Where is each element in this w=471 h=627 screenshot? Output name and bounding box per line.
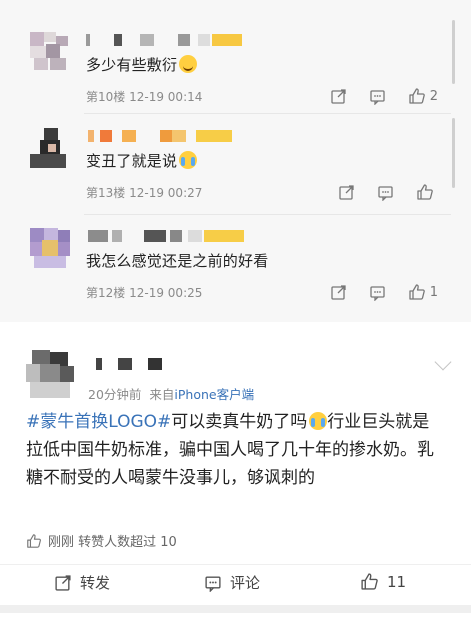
avatar[interactable] bbox=[26, 350, 74, 398]
like-count: 1 bbox=[429, 284, 438, 300]
comment-button[interactable]: 评论 bbox=[204, 572, 260, 593]
comment-actions: 2 bbox=[330, 86, 438, 106]
comment-item[interactable]: 多少有些敷衍 第10楼 12-19 00:14 2 bbox=[22, 20, 452, 112]
share-icon[interactable] bbox=[330, 88, 347, 105]
like-icon bbox=[27, 533, 41, 548]
post-action-bar: 转发 评论 11 bbox=[0, 572, 471, 598]
scrollbar[interactable] bbox=[452, 20, 455, 84]
source-link[interactable]: iPhone客户端 bbox=[174, 387, 254, 402]
source-prefix: 来自 bbox=[149, 387, 175, 402]
floor-number: 第13楼 bbox=[86, 186, 126, 200]
like-count: 2 bbox=[429, 88, 438, 104]
divider bbox=[0, 564, 471, 565]
divider bbox=[84, 214, 451, 215]
post-body: #蒙牛首换LOGO#可以卖真牛奶了吗 行业巨头就是拉低中国牛奶标准，骗中国人喝了几… bbox=[26, 408, 446, 492]
like-icon bbox=[361, 573, 378, 590]
post-text: 可以卖真牛奶了吗 bbox=[171, 412, 308, 432]
comment-text-content: 变丑了就是说 bbox=[86, 152, 178, 170]
post-time: 20分钟前 来自iPhone客户端 bbox=[88, 384, 254, 403]
engagement-summary: 刚刚 转赞人数超过 10 bbox=[26, 531, 177, 550]
comment-date: 12-19 00:27 bbox=[129, 186, 203, 200]
scrollbar[interactable] bbox=[452, 118, 455, 188]
chevron-down-icon[interactable] bbox=[434, 353, 452, 371]
comment-icon bbox=[205, 575, 221, 592]
avatar[interactable] bbox=[30, 228, 70, 268]
comment-item[interactable]: 我怎么感觉还是之前的好看 第12楼 12-19 00:25 1 bbox=[22, 218, 452, 314]
comment-date: 12-19 00:25 bbox=[129, 286, 203, 300]
grin-sweat-emoji bbox=[179, 55, 198, 73]
like-count: 11 bbox=[387, 572, 407, 591]
comment-text-content: 多少有些敷衍 bbox=[86, 56, 178, 74]
time-ago: 20分钟前 bbox=[88, 387, 142, 402]
weibo-post: 20分钟前 来自iPhone客户端 #蒙牛首换LOGO#可以卖真牛奶了吗 行业巨头… bbox=[0, 322, 471, 627]
like-icon bbox=[409, 88, 425, 104]
comment-actions: 1 bbox=[330, 282, 438, 302]
comment-actions bbox=[338, 182, 438, 202]
comment-icon[interactable] bbox=[369, 284, 386, 301]
hashtag-link[interactable]: #蒙牛首换LOGO# bbox=[26, 412, 171, 432]
comment-text: 变丑了就是说 bbox=[86, 150, 198, 171]
comment-text: 我怎么感觉还是之前的好看 bbox=[86, 250, 268, 271]
comments-panel: 多少有些敷衍 第10楼 12-19 00:14 2 变丑了就是说 第13楼 12… bbox=[0, 0, 471, 322]
comment-date: 12-19 00:14 bbox=[129, 90, 203, 104]
comment-icon[interactable] bbox=[377, 184, 394, 201]
divider bbox=[84, 113, 451, 114]
comment-icon[interactable] bbox=[369, 88, 386, 105]
comment-meta: 第10楼 12-19 00:14 bbox=[86, 88, 202, 105]
avatar[interactable] bbox=[30, 32, 70, 72]
like-icon bbox=[417, 184, 433, 200]
comment-meta: 第13楼 12-19 00:27 bbox=[86, 184, 202, 201]
like-button[interactable]: 1 bbox=[408, 283, 438, 301]
crying-emoji bbox=[179, 151, 198, 169]
crying-emoji bbox=[309, 412, 328, 430]
section-separator bbox=[0, 605, 471, 613]
comment-label: 评论 bbox=[230, 574, 261, 592]
share-icon[interactable] bbox=[330, 284, 347, 301]
avatar[interactable] bbox=[30, 128, 70, 168]
comment-item[interactable]: 变丑了就是说 第13楼 12-19 00:27 bbox=[22, 116, 452, 212]
like-button[interactable]: 11 bbox=[360, 572, 406, 591]
repost-button[interactable]: 转发 bbox=[54, 572, 110, 593]
like-button[interactable] bbox=[416, 183, 438, 201]
comment-meta: 第12楼 12-19 00:25 bbox=[86, 284, 202, 301]
comment-text: 多少有些敷衍 bbox=[86, 54, 198, 75]
share-icon[interactable] bbox=[338, 184, 355, 201]
like-icon bbox=[409, 284, 425, 300]
repost-label: 转发 bbox=[80, 574, 111, 592]
share-icon bbox=[55, 574, 71, 591]
floor-number: 第12楼 bbox=[86, 286, 126, 300]
like-button[interactable]: 2 bbox=[408, 87, 438, 105]
post-text: 行业巨 bbox=[327, 412, 379, 432]
engagement-text: 刚刚 转赞人数超过 10 bbox=[48, 535, 177, 550]
floor-number: 第10楼 bbox=[86, 90, 126, 104]
comment-text-content: 我怎么感觉还是之前的好看 bbox=[86, 252, 269, 270]
